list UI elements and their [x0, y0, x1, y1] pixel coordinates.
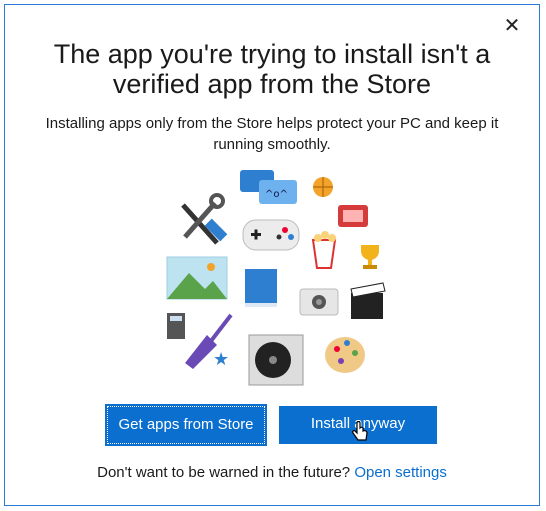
dialog-description: Installing apps only from the Store help…	[45, 115, 499, 153]
ticket-icon	[338, 205, 368, 227]
hand-cursor-icon	[352, 421, 368, 441]
dialog-title: The app you're trying to install isn't a…	[53, 39, 491, 99]
open-settings-link[interactable]: Open settings	[354, 464, 447, 481]
close-icon[interactable]: ✕	[501, 15, 523, 37]
get-apps-from-store-button[interactable]: Get apps from Store	[105, 404, 267, 446]
chat-bubbles-icon: ^o^	[240, 170, 297, 204]
guitar-icon: ★	[185, 313, 233, 370]
game-controller-icon	[242, 219, 300, 251]
book-icon	[245, 269, 277, 307]
camera-icon	[299, 288, 339, 316]
svg-text:^o^: ^o^	[265, 189, 288, 200]
photo-icon	[166, 256, 228, 300]
calculator-icon	[167, 313, 185, 339]
palette-icon	[325, 337, 365, 373]
dialog-footer: Don't want to be warned in the future? O…	[5, 464, 539, 481]
clapperboard-icon	[350, 282, 386, 319]
trophy-icon	[361, 245, 379, 269]
tools-icon	[181, 193, 228, 245]
store-apps-illustration: ^o^ ★	[166, 170, 386, 386]
footer-question: Don't want to be warned in the future?	[97, 464, 351, 481]
basketball-icon	[313, 177, 333, 197]
warning-dialog: ✕ The app you're trying to install isn't…	[4, 4, 540, 506]
turntable-icon	[248, 334, 304, 386]
popcorn-icon	[311, 231, 337, 269]
svg-text:★: ★	[213, 349, 229, 370]
